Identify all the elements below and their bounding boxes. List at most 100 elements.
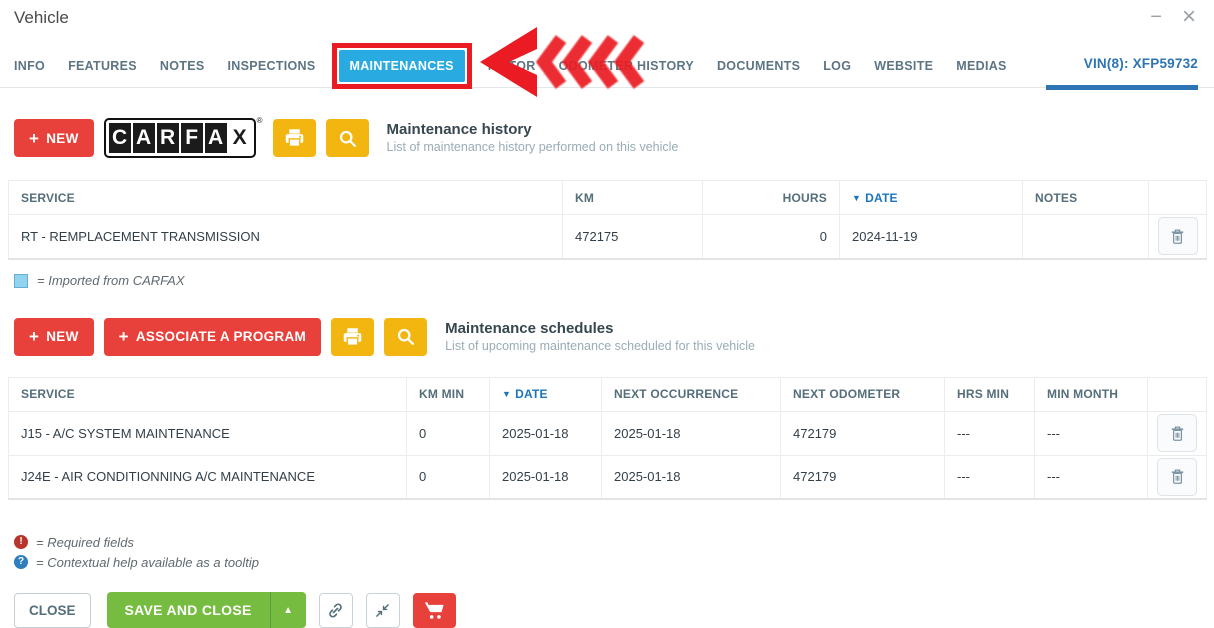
col-header-date[interactable]: ▼DATE: [840, 181, 1023, 215]
plus-icon: +: [29, 130, 39, 147]
tab-info[interactable]: INFO: [14, 59, 45, 73]
magnifier-icon: [396, 327, 415, 346]
close-icon[interactable]: ×: [1182, 6, 1196, 28]
annotation-highlight-box: MAINTENANCES: [332, 43, 472, 89]
col-header-actions: [1148, 377, 1207, 411]
cell-next-occurrence: 2025-01-18: [602, 411, 781, 455]
delete-row-button[interactable]: [1157, 458, 1197, 496]
magnifier-icon: [338, 129, 357, 148]
tab-inspections[interactable]: INSPECTIONS: [227, 59, 315, 73]
footer-actions: CLOSE SAVE AND CLOSE ▲: [14, 592, 1200, 628]
cell-min-month: ---: [1035, 455, 1148, 499]
sort-desc-icon: ▼: [502, 389, 511, 399]
required-legend-text: = Required fields: [36, 535, 134, 550]
cart-button[interactable]: [413, 593, 456, 628]
vin-active-underline: [1046, 85, 1198, 90]
tab-bar: INFO FEATURES NOTES INSPECTIONS MAINTENA…: [0, 44, 1214, 88]
tab-log[interactable]: LOG: [823, 59, 851, 73]
sort-desc-icon: ▼: [852, 193, 861, 203]
collapse-window-button[interactable]: [366, 593, 400, 628]
tab-medias[interactable]: MEDIAS: [956, 59, 1006, 73]
carfax-import-legend: = Imported from CARFAX: [14, 273, 1200, 289]
carfax-letter: F: [181, 123, 203, 153]
shopping-cart-icon: [424, 601, 445, 620]
minimize-icon[interactable]: −: [1150, 7, 1162, 27]
carfax-import-legend-text: = Imported from CARFAX: [37, 273, 185, 288]
col-header-next-occurrence[interactable]: NEXT OCCURRENCE: [602, 377, 781, 411]
plus-icon: +: [119, 328, 129, 345]
carfax-letter: R: [157, 123, 179, 153]
tab-website[interactable]: WEBSITE: [874, 59, 933, 73]
cell-next-odometer: 472179: [781, 411, 945, 455]
print-history-button[interactable]: [273, 119, 316, 157]
schedules-subtitle: List of upcoming maintenance scheduled f…: [445, 338, 755, 354]
cell-km: 472175: [563, 215, 703, 259]
print-schedules-button[interactable]: [331, 318, 374, 356]
cell-hrs-min: ---: [945, 455, 1035, 499]
trash-icon: [1169, 424, 1186, 443]
contextual-help-legend: ? = Contextual help available as a toolt…: [14, 552, 1200, 572]
modal-title: Vehicle: [14, 8, 1198, 28]
table-row[interactable]: RT - REMPLACEMENT TRANSMISSION 472175 0 …: [9, 215, 1207, 259]
form-legend: ! = Required fields ? = Contextual help …: [14, 532, 1200, 572]
col-header-service[interactable]: SERVICE: [9, 181, 563, 215]
schedules-title: Maintenance schedules: [445, 320, 755, 338]
registered-mark: ®: [257, 116, 263, 125]
table-row[interactable]: J15 - A/C SYSTEM MAINTENANCE 0 2025-01-1…: [9, 411, 1207, 455]
schedules-heading: Maintenance schedules List of upcoming m…: [445, 320, 755, 354]
tab-odometer-history[interactable]: ODOMETER HISTORY: [559, 59, 694, 73]
cell-hrs-min: ---: [945, 411, 1035, 455]
cell-date: 2024-11-19: [840, 215, 1023, 259]
schedules-table: SERVICE KM MIN ▼DATE NEXT OCCURRENCE NEX…: [8, 377, 1206, 501]
col-header-date[interactable]: ▼DATE: [490, 377, 602, 411]
printer-icon: [284, 128, 305, 148]
new-schedule-button[interactable]: + NEW: [14, 318, 94, 356]
cell-km-min: 0: [407, 411, 490, 455]
col-header-service[interactable]: SERVICE: [9, 377, 407, 411]
window-controls: − ×: [1150, 6, 1196, 28]
col-header-notes[interactable]: NOTES: [1023, 181, 1149, 215]
required-fields-legend: ! = Required fields: [14, 532, 1200, 552]
save-and-close-split-button: SAVE AND CLOSE ▲: [107, 592, 306, 628]
delete-row-button[interactable]: [1157, 414, 1197, 452]
carfax-letter: A: [133, 123, 155, 153]
history-subtitle: List of maintenance history performed on…: [387, 139, 679, 155]
cell-next-odometer: 472179: [781, 455, 945, 499]
col-header-next-odometer[interactable]: NEXT ODOMETER: [781, 377, 945, 411]
col-header-km[interactable]: KM: [563, 181, 703, 215]
carfax-letter: A: [205, 123, 227, 153]
printer-icon: [342, 327, 363, 347]
search-schedules-button[interactable]: [384, 318, 427, 356]
save-options-dropdown[interactable]: ▲: [270, 592, 306, 628]
col-header-min-month[interactable]: MIN MONTH: [1035, 377, 1148, 411]
col-header-actions: [1149, 181, 1207, 215]
help-icon: ?: [14, 555, 28, 569]
associate-program-button[interactable]: + ASSOCIATE A PROGRAM: [104, 318, 321, 356]
close-button[interactable]: CLOSE: [14, 593, 91, 628]
vin-tab[interactable]: VIN(8): XFP59732: [1084, 56, 1198, 71]
collapse-arrows-icon: [374, 602, 391, 619]
new-maintenance-button[interactable]: + NEW: [14, 119, 94, 157]
tab-features[interactable]: FEATURES: [68, 59, 137, 73]
save-and-close-button[interactable]: SAVE AND CLOSE: [107, 592, 270, 628]
tab-maintenances[interactable]: MAINTENANCES: [339, 50, 465, 82]
schedules-header-row: SERVICE KM MIN ▼DATE NEXT OCCURRENCE NEX…: [9, 377, 1207, 411]
table-row[interactable]: J24E - AIR CONDITIONNING A/C MAINTENANCE…: [9, 455, 1207, 499]
cell-notes: [1023, 215, 1149, 259]
col-header-hours[interactable]: HOURS: [703, 181, 840, 215]
history-toolbar: + NEW C A R F A X ® Maintenance history …: [0, 118, 1214, 158]
col-header-km-min[interactable]: KM MIN: [407, 377, 490, 411]
trash-icon: [1169, 467, 1186, 486]
search-history-button[interactable]: [326, 119, 369, 157]
carfax-logo[interactable]: C A R F A X ®: [104, 118, 263, 158]
delete-row-button[interactable]: [1158, 217, 1198, 255]
copy-link-button[interactable]: [319, 593, 353, 628]
tab-notes[interactable]: NOTES: [160, 59, 205, 73]
tab-motor[interactable]: MOTOR: [488, 59, 536, 73]
tab-documents[interactable]: DOCUMENTS: [717, 59, 800, 73]
cell-min-month: ---: [1035, 411, 1148, 455]
history-header-row: SERVICE KM HOURS ▼DATE NOTES: [9, 181, 1207, 215]
col-header-hrs-min[interactable]: HRS MIN: [945, 377, 1035, 411]
cell-service: J15 - A/C SYSTEM MAINTENANCE: [9, 411, 407, 455]
modal-titlebar: Vehicle − ×: [0, 0, 1214, 30]
